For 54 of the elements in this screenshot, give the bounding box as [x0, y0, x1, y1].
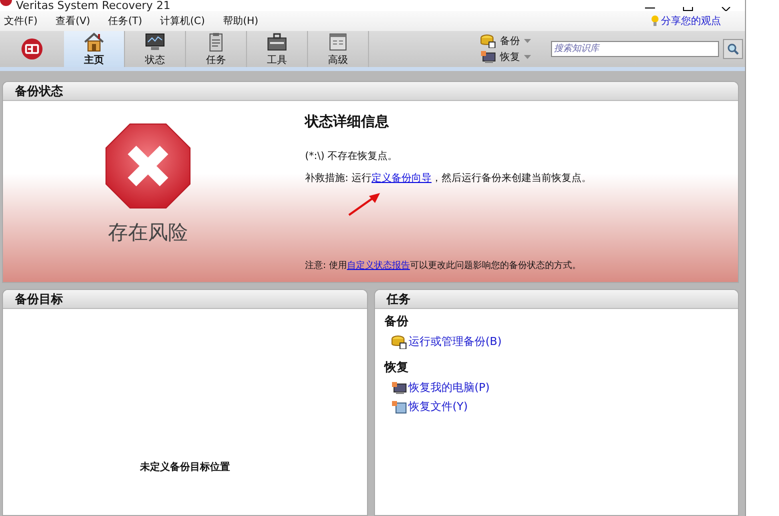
status-report-link[interactable]: 自定义状态报告	[346, 261, 410, 271]
panel-title: 任务	[374, 290, 738, 309]
risk-status-label: 存在风险	[108, 219, 188, 246]
quick-action[interactable]: 恢复	[480, 50, 531, 64]
app-logo-icon[interactable]	[21, 38, 43, 60]
menu-item[interactable]: 任务(T)	[108, 14, 142, 28]
menu-item[interactable]: 查看(V)	[56, 14, 90, 28]
panel-title: 备份状态	[3, 82, 738, 101]
monitor-icon	[144, 32, 166, 52]
remedy-text: ，然后运行备份来创建当前恢复点。	[432, 173, 592, 184]
close-icon[interactable]	[721, 7, 731, 11]
files-icon	[390, 400, 406, 414]
caret-icon	[524, 39, 531, 43]
disk-icon	[390, 334, 406, 348]
computer-icon	[390, 380, 406, 394]
wizard-link[interactable]: 定义备份向导	[372, 173, 432, 184]
maximize-icon[interactable]	[683, 7, 693, 11]
task-group-heading: 恢复	[384, 359, 410, 376]
lightbulb-icon	[651, 15, 659, 27]
menu-item[interactable]: 文件(F)	[4, 14, 38, 28]
window-icon	[327, 32, 349, 52]
nav-tab[interactable]: 任务	[186, 31, 247, 67]
search-button[interactable]	[723, 39, 743, 59]
nav-tab[interactable]: 主页	[64, 31, 125, 67]
feedback-link[interactable]: 分享您的观点	[661, 14, 721, 28]
remedy-text: 补救措施: 运行	[305, 173, 372, 184]
status-detail: (*:\) 不存在恢复点。	[305, 150, 399, 163]
error-stop-icon	[105, 123, 191, 209]
note-text: 注意: 使用	[305, 261, 347, 271]
search-field[interactable]: 搜索知识库	[551, 41, 719, 57]
menu-item[interactable]: 帮助(H)	[222, 14, 258, 28]
nav-tab[interactable]: 工具	[247, 31, 308, 67]
note-text: 可以更改此问题影响您的备份状态的方式。	[410, 261, 581, 271]
app-logo-icon	[0, 0, 12, 6]
empty-message: 未定义备份目标位置	[140, 460, 230, 474]
menu-item[interactable]: 计算机(C)	[160, 14, 205, 28]
minimize-icon[interactable]	[645, 7, 655, 11]
nav-tab[interactable]: 状态	[125, 31, 186, 67]
computer-icon	[480, 50, 496, 64]
window-title: Veritas System Recovery 21	[16, 0, 170, 11]
task-link[interactable]: 恢复文件(Y)	[390, 399, 728, 414]
disk-icon	[480, 34, 496, 48]
toolbox-icon	[266, 32, 288, 52]
task-group-heading: 备份	[384, 313, 410, 330]
arrow-drawing	[347, 191, 381, 217]
task-link[interactable]: 恢复我的电脑(P)	[390, 380, 728, 395]
nav-tab[interactable]: 高级	[308, 31, 369, 67]
search-icon	[727, 43, 739, 55]
caret-icon	[524, 55, 531, 59]
house-icon	[83, 32, 105, 52]
task-link[interactable]: 运行或管理备份(B)	[390, 334, 728, 349]
details-heading: 状态详细信息	[305, 113, 390, 131]
panel-title: 备份目标	[3, 290, 366, 309]
quick-action[interactable]: 备份	[480, 34, 531, 48]
